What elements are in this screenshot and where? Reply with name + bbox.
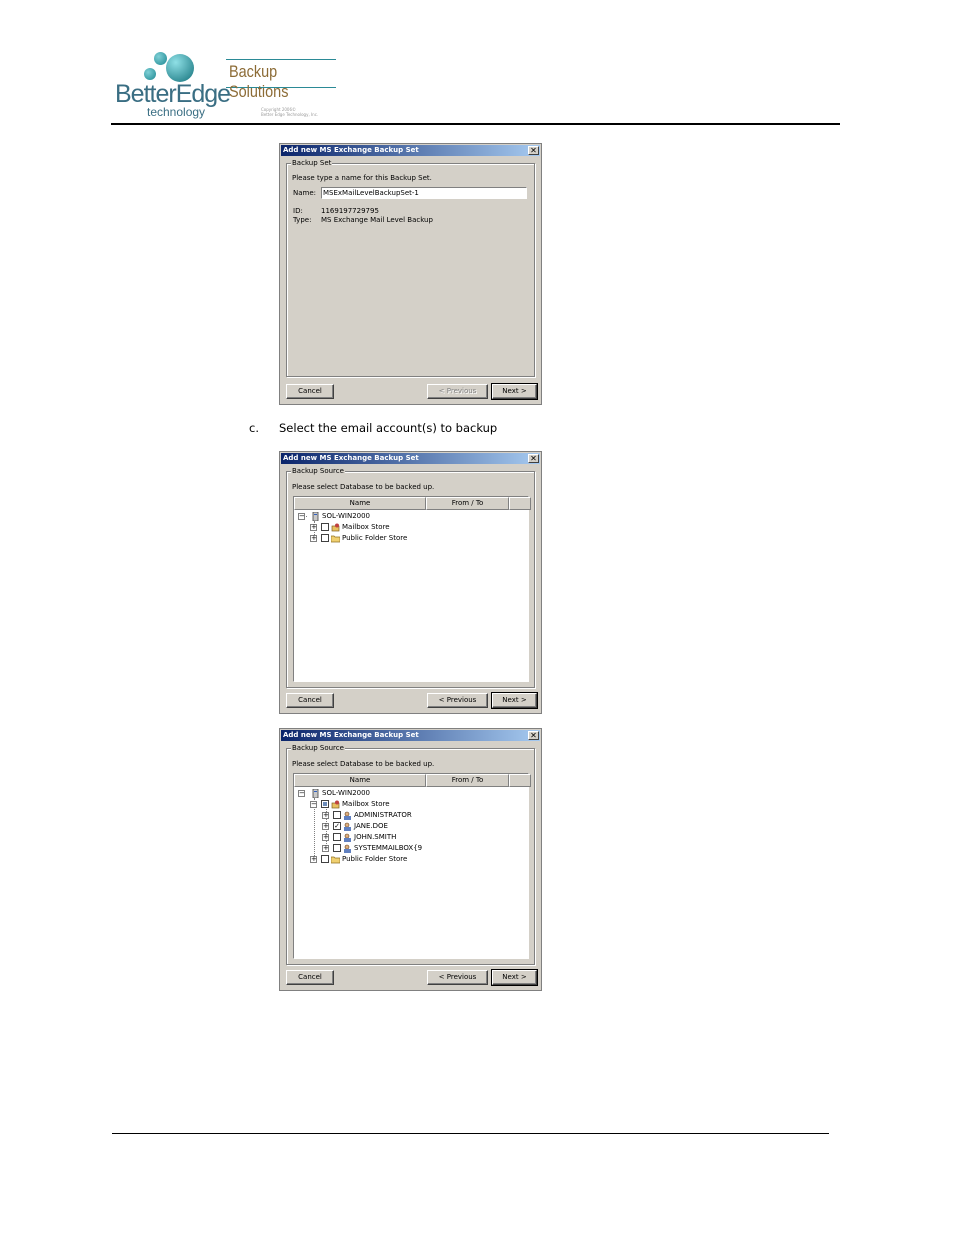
mailbox-store-icon — [331, 800, 340, 809]
step-letter: c. — [249, 421, 259, 435]
mailbox-store-icon — [331, 523, 340, 532]
expand-icon[interactable]: + — [322, 823, 329, 830]
dialog-titlebar: Add new MS Exchange Backup Set ✕ — [281, 730, 540, 741]
user-mailbox-icon — [344, 844, 351, 853]
column-header-name[interactable]: Name — [294, 497, 426, 510]
backup-source-group: Backup Source Please select Database to … — [286, 744, 535, 965]
cancel-button[interactable]: Cancel — [286, 384, 334, 399]
next-button[interactable]: Next > — [491, 692, 538, 709]
mailbox-store-checkbox[interactable] — [321, 523, 329, 531]
dialog-title: Add new MS Exchange Backup Set — [283, 731, 419, 739]
mailbox-checkbox[interactable] — [333, 844, 341, 852]
type-value: MS Exchange Mail Level Backup — [321, 216, 433, 224]
logo-bubble-small — [144, 68, 156, 80]
collapse-icon[interactable]: − — [298, 513, 305, 520]
dialog-titlebar: Add new MS Exchange Backup Set ✕ — [281, 145, 540, 156]
user-mailbox-icon — [344, 833, 351, 842]
mailbox-checkbox[interactable] — [333, 811, 341, 819]
expand-icon[interactable]: + — [310, 856, 317, 863]
collapse-icon[interactable]: − — [310, 801, 317, 808]
dialog-title: Add new MS Exchange Backup Set — [283, 454, 419, 462]
server-icon — [312, 512, 319, 521]
mailbox-store-label: Mailbox Store — [342, 800, 390, 808]
public-folder-store-checkbox[interactable] — [321, 534, 329, 542]
column-header-from-to[interactable]: From / To — [426, 497, 509, 510]
cancel-button[interactable]: Cancel — [286, 693, 334, 708]
type-label: Type: — [293, 216, 312, 224]
column-header-name[interactable]: Name — [294, 774, 426, 787]
folder-icon — [331, 856, 340, 864]
step-text: Select the email account(s) to backup — [279, 421, 498, 435]
dialog-backup-source-expanded: Add new MS Exchange Backup Set ✕ Backup … — [279, 728, 542, 991]
mailbox-label: JANE.DOE — [354, 822, 388, 830]
footer-divider — [112, 1133, 829, 1134]
mailbox-label: SYSTEMMAILBOX{9 — [354, 844, 423, 852]
group-label: Backup Set — [291, 159, 333, 167]
user-mailbox-icon — [344, 822, 351, 831]
company-logo: BetterEdge technology Backup Solutions C… — [114, 50, 354, 124]
column-header-spacer — [509, 774, 531, 787]
backup-set-group: Backup Set Please type a name for this B… — [286, 159, 535, 377]
instruction-text: Please select Database to be backed up. — [292, 760, 435, 768]
cancel-button[interactable]: Cancel — [286, 970, 334, 985]
collapse-icon[interactable]: − — [298, 790, 305, 797]
mailbox-label: JOHN.SMITH — [354, 833, 397, 841]
expand-icon[interactable]: + — [322, 845, 329, 852]
instruction-text: Please select Database to be backed up. — [292, 483, 435, 491]
logo-bubble-large — [166, 54, 194, 82]
column-header-spacer — [509, 497, 531, 510]
group-label: Backup Source — [291, 467, 345, 475]
public-folder-store-label: Public Folder Store — [342, 855, 408, 863]
backup-set-name-input[interactable]: MSExMailLevelBackupSet-1 — [321, 187, 527, 199]
user-mailbox-icon — [344, 811, 351, 820]
dialog-title: Add new MS Exchange Backup Set — [283, 146, 419, 154]
expand-icon[interactable]: + — [322, 812, 329, 819]
dialog-titlebar: Add new MS Exchange Backup Set ✕ — [281, 453, 540, 464]
public-folder-store-label: Public Folder Store — [342, 534, 408, 542]
copyright-line: Better Edge Technology, Inc. — [261, 112, 319, 117]
dialog-backup-set-name: Add new MS Exchange Backup Set ✕ Backup … — [279, 143, 542, 405]
id-value: 1169197729795 — [321, 207, 379, 215]
expand-icon[interactable]: + — [310, 524, 317, 531]
brand-name: Backup Solutions — [229, 62, 289, 101]
source-tree[interactable]: Name From / To − SOL-WIN2000 + Mailbox S… — [293, 496, 531, 682]
public-folder-store-checkbox[interactable] — [321, 855, 329, 863]
mailbox-checkbox[interactable]: ✓ — [333, 822, 341, 830]
server-icon — [312, 789, 319, 798]
previous-button[interactable]: < Previous — [427, 693, 488, 708]
previous-button[interactable]: < Previous — [427, 384, 488, 399]
name-label: Name: — [293, 189, 317, 197]
logo-bubble-small — [154, 52, 167, 65]
column-header-from-to[interactable]: From / To — [426, 774, 509, 787]
folder-icon — [331, 535, 340, 543]
close-icon[interactable]: ✕ — [528, 454, 539, 463]
id-label: ID: — [293, 207, 303, 215]
group-label: Backup Source — [291, 744, 345, 752]
previous-button[interactable]: < Previous — [427, 970, 488, 985]
logo-subtitle: technology — [147, 105, 206, 119]
copyright-notice: Copyright 2006© Better Edge Technology, … — [261, 107, 318, 117]
instruction-text: Please type a name for this Backup Set. — [292, 174, 432, 182]
source-tree[interactable]: Name From / To − SOL-WIN2000 − Mailbox S… — [293, 773, 531, 959]
close-icon[interactable]: ✕ — [528, 731, 539, 740]
next-button[interactable]: Next > — [491, 383, 538, 400]
header-divider — [111, 123, 840, 125]
brand-rule-top — [226, 59, 336, 60]
server-label: SOL-WIN2000 — [322, 512, 371, 520]
mailbox-store-checkbox[interactable] — [321, 800, 329, 808]
expand-icon[interactable]: + — [310, 535, 317, 542]
close-icon[interactable]: ✕ — [528, 146, 539, 155]
backup-source-group: Backup Source Please select Database to … — [286, 467, 535, 688]
mailbox-store-label: Mailbox Store — [342, 523, 390, 531]
server-label: SOL-WIN2000 — [322, 789, 371, 797]
dialog-backup-source-collapsed: Add new MS Exchange Backup Set ✕ Backup … — [279, 451, 542, 714]
next-button[interactable]: Next > — [491, 969, 538, 986]
expand-icon[interactable]: + — [322, 834, 329, 841]
mailbox-label: ADMINISTRATOR — [354, 811, 412, 819]
mailbox-checkbox[interactable] — [333, 833, 341, 841]
